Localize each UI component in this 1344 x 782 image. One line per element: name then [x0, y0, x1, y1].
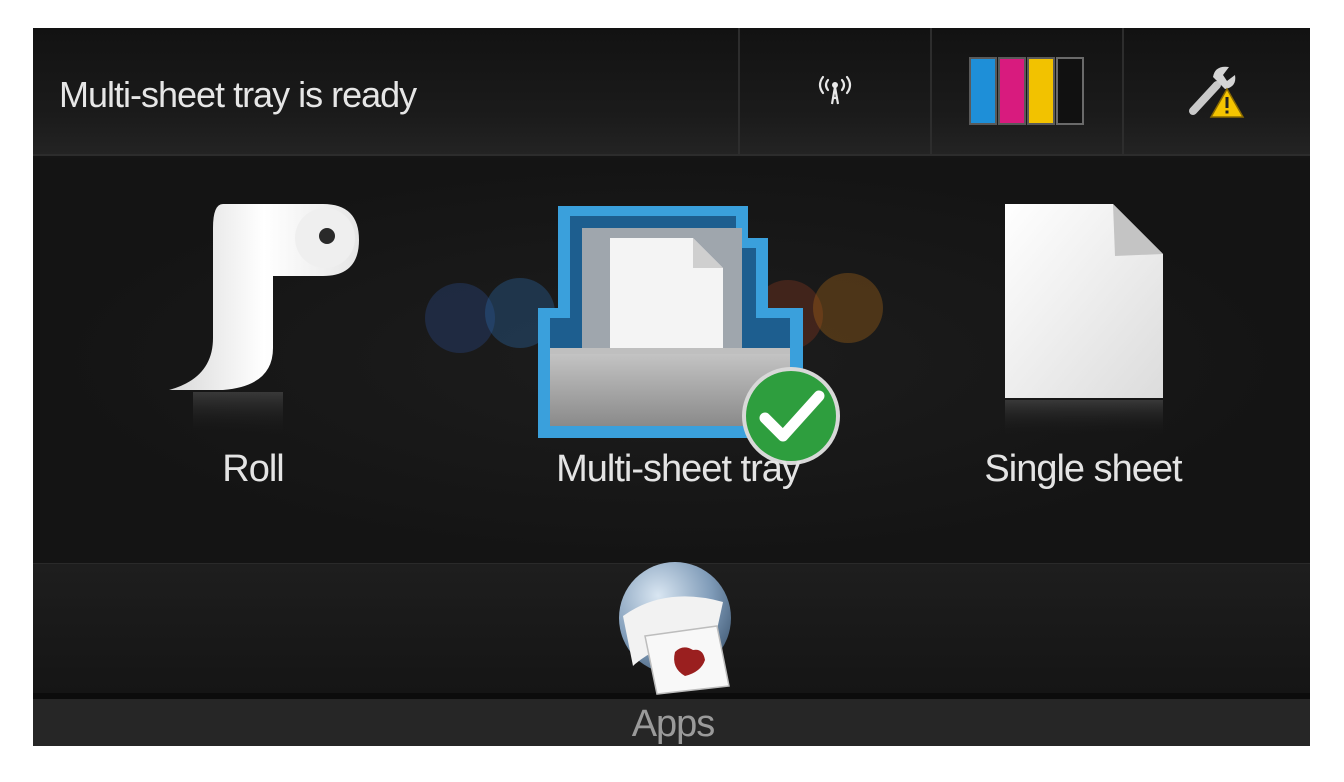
wireless-button[interactable]: [738, 28, 930, 154]
single-sheet-icon: [1005, 204, 1163, 436]
wireless-icon: [818, 75, 852, 105]
status-message: Multi-sheet tray is ready: [59, 74, 417, 115]
apps-button[interactable]: Apps: [593, 556, 753, 746]
ink-cartridges-icon: [969, 57, 1084, 125]
tools-button[interactable]: [1122, 28, 1310, 154]
printer-display: Multi-sheet tray is ready Roll Multi-she…: [33, 28, 1310, 746]
single-sheet-label: Single sheet: [984, 448, 1182, 490]
tools-warning-icon: [1189, 66, 1245, 118]
paper-source-menu: Roll Multi-sheet tray Single sheet: [33, 158, 1310, 563]
apps-label: Apps: [631, 703, 716, 745]
multi-sheet-tray-label: Multi-sheet tray: [556, 448, 801, 490]
status-bar: Multi-sheet tray is ready: [33, 28, 1310, 156]
ink-cartridges-button[interactable]: [930, 28, 1122, 154]
single-sheet-tile[interactable]: Single sheet: [948, 158, 1218, 563]
roll-tile[interactable]: Roll: [153, 158, 359, 563]
multi-sheet-tray-tile[interactable]: Multi-sheet tray: [478, 158, 878, 563]
roll-label: Roll: [222, 448, 284, 490]
paper-roll-icon: [169, 204, 359, 436]
apps-globe-icon: [619, 562, 731, 695]
